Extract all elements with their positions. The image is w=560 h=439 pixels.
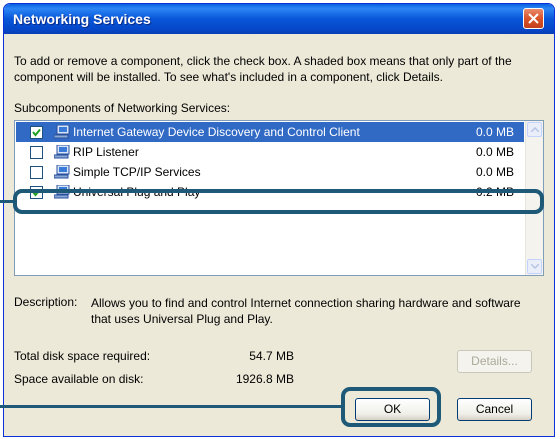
- callout-line-upnp: [0, 200, 14, 203]
- cancel-button[interactable]: Cancel: [457, 398, 532, 421]
- scroll-down-button[interactable]: [527, 259, 542, 274]
- checkmark-icon: [32, 128, 41, 137]
- details-button[interactable]: Details...: [457, 350, 532, 373]
- callout-highlight-ok: [341, 387, 441, 427]
- subcomponents-label: Subcomponents of Networking Services:: [14, 101, 231, 115]
- window-title: Networking Services: [13, 11, 151, 27]
- list-item-label: Internet Gateway Device Discovery and Co…: [73, 125, 360, 139]
- callout-highlight-upnp: [13, 189, 544, 214]
- list-item-size: 0.0 MB: [475, 145, 514, 159]
- network-component-icon: [54, 165, 70, 179]
- close-icon: [528, 13, 539, 24]
- available-disk-space-value: 1926.8 MB: [235, 372, 294, 386]
- total-disk-space-label: Total disk space required:: [14, 349, 151, 363]
- checkbox-gateway-discovery[interactable]: [30, 126, 43, 139]
- description-text: Allows you to find and control Internet …: [91, 296, 521, 326]
- list-item-rip-listener[interactable]: RIP Listener 0.0 MB: [16, 142, 524, 162]
- description-label: Description:: [14, 295, 78, 309]
- callout-line-ok: [0, 405, 342, 408]
- list-item-label: Simple TCP/IP Services: [73, 165, 201, 179]
- checkbox-rip-listener[interactable]: [30, 146, 43, 159]
- list-item-label: RIP Listener: [73, 145, 139, 159]
- list-item-simple-tcpip[interactable]: Simple TCP/IP Services 0.0 MB: [16, 162, 524, 182]
- networking-services-dialog: Networking Services To add or remove a c…: [3, 3, 555, 437]
- available-disk-space-label: Space available on disk:: [14, 372, 144, 386]
- scroll-up-button[interactable]: [527, 122, 542, 137]
- list-item-size: 0.0 MB: [475, 165, 514, 179]
- list-item-size: 0.0 MB: [475, 125, 514, 139]
- instructions-text: To add or remove a component, click the …: [14, 54, 512, 84]
- chevron-up-icon: [531, 127, 539, 132]
- network-component-icon: [54, 125, 70, 139]
- total-disk-space-value: 54.7 MB: [249, 349, 294, 363]
- chevron-down-icon: [531, 264, 539, 269]
- close-button[interactable]: [523, 8, 544, 29]
- network-component-icon: [54, 145, 70, 159]
- list-item-gateway-discovery[interactable]: Internet Gateway Device Discovery and Co…: [16, 122, 524, 142]
- title-bar[interactable]: Networking Services: [4, 4, 554, 34]
- checkbox-simple-tcpip[interactable]: [30, 166, 43, 179]
